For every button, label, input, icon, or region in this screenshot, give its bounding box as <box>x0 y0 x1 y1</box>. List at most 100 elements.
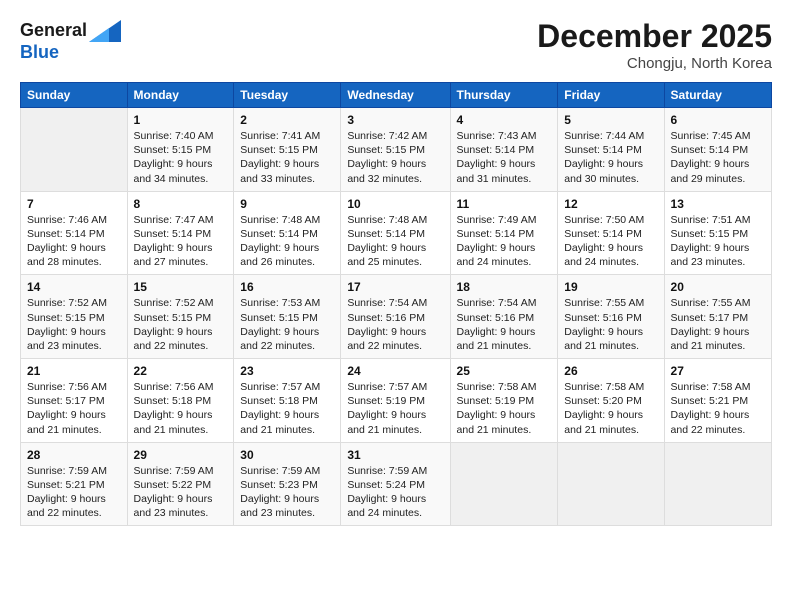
week-row-4: 21 Sunrise: 7:56 AMSunset: 5:17 PMDayligh… <box>21 359 772 443</box>
day-number: 11 <box>457 197 552 211</box>
day-number: 30 <box>240 448 334 462</box>
day-cell: 29Sunrise: 7:59 AMSunset: 5:22 PMDayligh… <box>127 442 234 526</box>
day-cell: 19 Sunrise: 7:55 AMSunset: 5:16 PMDayligh… <box>558 275 664 359</box>
day-cell: 30Sunrise: 7:59 AMSunset: 5:23 PMDayligh… <box>234 442 341 526</box>
logo: General Blue <box>20 18 121 63</box>
day-info: Sunrise: 7:59 AMSunset: 5:22 PMDaylight:… <box>134 464 228 521</box>
day-number: 24 <box>347 364 443 378</box>
day-info: Sunrise: 7:59 AMSunset: 5:21 PMDaylight:… <box>27 464 121 521</box>
day-number: 16 <box>240 280 334 294</box>
day-number: 12 <box>564 197 657 211</box>
day-info: Sunrise: 7:47 AMSunset: 5:14 PMDaylight:… <box>134 213 228 270</box>
day-info: Sunrise: 7:59 AMSunset: 5:24 PMDaylight:… <box>347 464 443 521</box>
day-cell: 16 Sunrise: 7:53 AMSunset: 5:15 PMDayligh… <box>234 275 341 359</box>
day-info: Sunrise: 7:49 AMSunset: 5:14 PMDaylight:… <box>457 213 552 270</box>
day-number: 5 <box>564 113 657 127</box>
day-info: Sunrise: 7:42 AMSunset: 5:15 PMDaylight:… <box>347 129 443 186</box>
col-header-wednesday: Wednesday <box>341 83 450 108</box>
day-number: 8 <box>134 197 228 211</box>
day-number: 25 <box>457 364 552 378</box>
day-number: 18 <box>457 280 552 294</box>
col-header-monday: Monday <box>127 83 234 108</box>
day-cell: 25Sunrise: 7:58 AMSunset: 5:19 PMDayligh… <box>450 359 558 443</box>
day-cell <box>664 442 771 526</box>
day-info: Sunrise: 7:54 AMSunset: 5:16 PMDaylight:… <box>347 296 443 353</box>
calendar-header-row: SundayMondayTuesdayWednesdayThursdayFrid… <box>21 83 772 108</box>
page: General Blue December 2025 Chongju, Nort… <box>0 0 792 612</box>
day-number: 20 <box>671 280 765 294</box>
week-row-2: 7 Sunrise: 7:46 AMSunset: 5:14 PMDaylight… <box>21 191 772 275</box>
day-number: 17 <box>347 280 443 294</box>
day-cell: 11 Sunrise: 7:49 AMSunset: 5:14 PMDayligh… <box>450 191 558 275</box>
day-info: Sunrise: 7:48 AMSunset: 5:14 PMDaylight:… <box>240 213 334 270</box>
day-cell: 24Sunrise: 7:57 AMSunset: 5:19 PMDayligh… <box>341 359 450 443</box>
day-cell: 1Sunrise: 7:40 AMSunset: 5:15 PMDaylight… <box>127 108 234 192</box>
logo-blue: Blue <box>20 42 121 63</box>
day-number: 1 <box>134 113 228 127</box>
day-info: Sunrise: 7:54 AMSunset: 5:16 PMDaylight:… <box>457 296 552 353</box>
day-cell: 3 Sunrise: 7:42 AMSunset: 5:15 PMDaylight… <box>341 108 450 192</box>
col-header-saturday: Saturday <box>664 83 771 108</box>
day-number: 23 <box>240 364 334 378</box>
day-cell: 2 Sunrise: 7:41 AMSunset: 5:15 PMDaylight… <box>234 108 341 192</box>
day-info: Sunrise: 7:56 AMSunset: 5:17 PMDaylight:… <box>27 380 121 437</box>
day-info: Sunrise: 7:43 AMSunset: 5:14 PMDaylight:… <box>457 129 552 186</box>
day-cell: 28 Sunrise: 7:59 AMSunset: 5:21 PMDayligh… <box>21 442 128 526</box>
day-cell: 12Sunrise: 7:50 AMSunset: 5:14 PMDayligh… <box>558 191 664 275</box>
col-header-friday: Friday <box>558 83 664 108</box>
day-cell: 18 Sunrise: 7:54 AMSunset: 5:16 PMDayligh… <box>450 275 558 359</box>
col-header-thursday: Thursday <box>450 83 558 108</box>
day-info: Sunrise: 7:56 AMSunset: 5:18 PMDaylight:… <box>134 380 228 437</box>
day-number: 6 <box>671 113 765 127</box>
day-info: Sunrise: 7:55 AMSunset: 5:16 PMDaylight:… <box>564 296 657 353</box>
day-cell: 20 Sunrise: 7:55 AMSunset: 5:17 PMDayligh… <box>664 275 771 359</box>
day-cell: 17 Sunrise: 7:54 AMSunset: 5:16 PMDayligh… <box>341 275 450 359</box>
day-info: Sunrise: 7:57 AMSunset: 5:18 PMDaylight:… <box>240 380 334 437</box>
day-cell: 23 Sunrise: 7:57 AMSunset: 5:18 PMDayligh… <box>234 359 341 443</box>
day-number: 10 <box>347 197 443 211</box>
col-header-sunday: Sunday <box>21 83 128 108</box>
day-info: Sunrise: 7:53 AMSunset: 5:15 PMDaylight:… <box>240 296 334 353</box>
day-info: Sunrise: 7:58 AMSunset: 5:21 PMDaylight:… <box>671 380 765 437</box>
day-cell <box>21 108 128 192</box>
day-cell: 13 Sunrise: 7:51 AMSunset: 5:15 PMDayligh… <box>664 191 771 275</box>
day-info: Sunrise: 7:45 AMSunset: 5:14 PMDaylight:… <box>671 129 765 186</box>
day-number: 7 <box>27 197 121 211</box>
day-cell: 14Sunrise: 7:52 AMSunset: 5:15 PMDayligh… <box>21 275 128 359</box>
location: Chongju, North Korea <box>537 55 772 72</box>
day-cell: 6 Sunrise: 7:45 AMSunset: 5:14 PMDaylight… <box>664 108 771 192</box>
day-cell: 26Sunrise: 7:58 AMSunset: 5:20 PMDayligh… <box>558 359 664 443</box>
day-cell: 9 Sunrise: 7:48 AMSunset: 5:14 PMDaylight… <box>234 191 341 275</box>
week-row-3: 14Sunrise: 7:52 AMSunset: 5:15 PMDayligh… <box>21 275 772 359</box>
day-number: 27 <box>671 364 765 378</box>
week-row-1: 1Sunrise: 7:40 AMSunset: 5:15 PMDaylight… <box>21 108 772 192</box>
day-number: 3 <box>347 113 443 127</box>
day-info: Sunrise: 7:48 AMSunset: 5:14 PMDaylight:… <box>347 213 443 270</box>
day-cell: 5Sunrise: 7:44 AMSunset: 5:14 PMDaylight… <box>558 108 664 192</box>
day-number: 15 <box>134 280 228 294</box>
day-info: Sunrise: 7:51 AMSunset: 5:15 PMDaylight:… <box>671 213 765 270</box>
col-header-tuesday: Tuesday <box>234 83 341 108</box>
title-block: December 2025 Chongju, North Korea <box>537 18 772 72</box>
day-number: 19 <box>564 280 657 294</box>
day-number: 31 <box>347 448 443 462</box>
day-number: 2 <box>240 113 334 127</box>
day-number: 13 <box>671 197 765 211</box>
day-number: 9 <box>240 197 334 211</box>
day-number: 28 <box>27 448 121 462</box>
day-info: Sunrise: 7:41 AMSunset: 5:15 PMDaylight:… <box>240 129 334 186</box>
logo-icon <box>89 20 121 42</box>
day-cell: 8 Sunrise: 7:47 AMSunset: 5:14 PMDaylight… <box>127 191 234 275</box>
day-cell: 31 Sunrise: 7:59 AMSunset: 5:24 PMDayligh… <box>341 442 450 526</box>
day-cell <box>558 442 664 526</box>
day-info: Sunrise: 7:46 AMSunset: 5:14 PMDaylight:… <box>27 213 121 270</box>
day-info: Sunrise: 7:55 AMSunset: 5:17 PMDaylight:… <box>671 296 765 353</box>
header: General Blue December 2025 Chongju, Nort… <box>20 18 772 72</box>
logo-text-block: General Blue <box>20 18 121 63</box>
day-number: 22 <box>134 364 228 378</box>
week-row-5: 28 Sunrise: 7:59 AMSunset: 5:21 PMDayligh… <box>21 442 772 526</box>
day-number: 14 <box>27 280 121 294</box>
day-number: 21 <box>27 364 121 378</box>
day-cell: 21 Sunrise: 7:56 AMSunset: 5:17 PMDayligh… <box>21 359 128 443</box>
day-cell: 10 Sunrise: 7:48 AMSunset: 5:14 PMDayligh… <box>341 191 450 275</box>
